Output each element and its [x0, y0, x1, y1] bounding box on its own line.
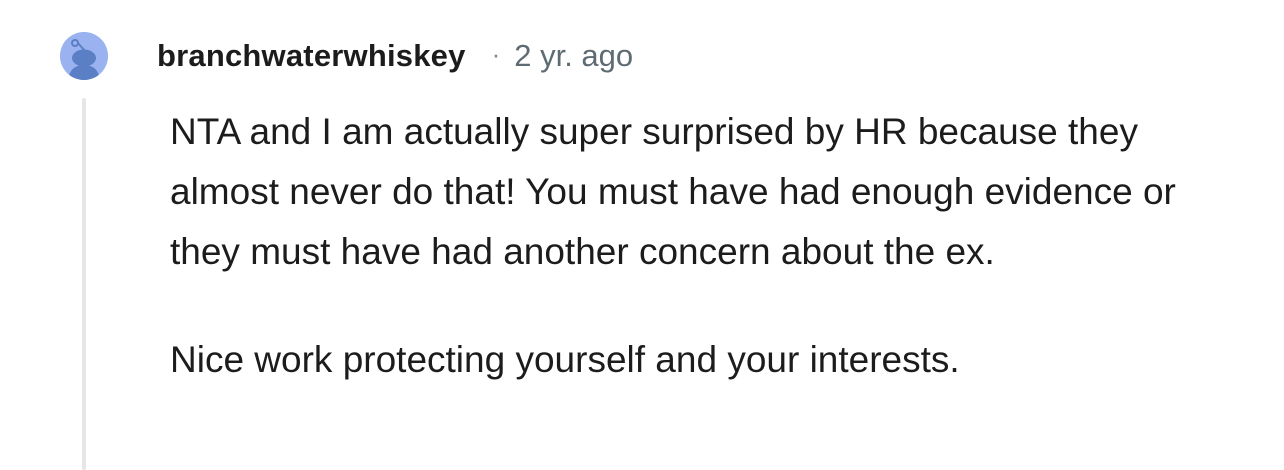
comment-paragraph: Nice work protecting yourself and your i… [170, 339, 960, 380]
comment-body: NTA and I am actually super surprised by… [170, 102, 1230, 390]
snoo-avatar-icon [60, 32, 108, 80]
comment-meta: branchwaterwhiskey · 2 yr. ago [157, 34, 633, 78]
avatar[interactable] [60, 32, 108, 80]
comment-paragraph: NTA and I am actually super surprised by… [170, 111, 1176, 272]
thread-collapse-line[interactable] [82, 98, 86, 470]
author-username[interactable]: branchwaterwhiskey [157, 38, 466, 74]
comment-timestamp[interactable]: 2 yr. ago [514, 38, 633, 74]
meta-separator: · [491, 38, 501, 69]
comment: branchwaterwhiskey · 2 yr. ago NTA and I… [0, 0, 1284, 470]
